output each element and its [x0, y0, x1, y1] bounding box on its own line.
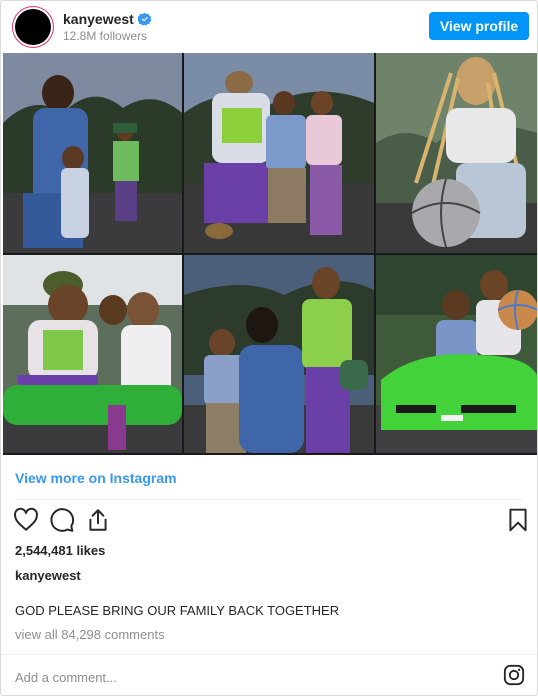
- comment-input[interactable]: [13, 665, 477, 689]
- photo-children-in-green-car[interactable]: [376, 255, 537, 453]
- view-more-instagram-link[interactable]: View more on Instagram: [15, 470, 177, 486]
- photo-child-with-basketball[interactable]: [376, 53, 537, 253]
- post-header: kanyewest 12.8M followers View profile: [1, 1, 537, 53]
- instagram-embed-card: kanyewest 12.8M followers View profile V…: [0, 0, 538, 696]
- verified-badge-icon: [137, 12, 152, 26]
- like-count[interactable]: 2,544,481 likes: [15, 543, 105, 558]
- avatar[interactable]: [15, 9, 51, 45]
- username[interactable]: kanyewest: [63, 11, 134, 27]
- photo-mother-kissing-child[interactable]: [184, 255, 374, 453]
- username-row[interactable]: kanyewest: [63, 11, 152, 27]
- action-bar: [13, 507, 527, 535]
- follower-count: 12.8M followers: [63, 29, 148, 43]
- comment-box: [1, 654, 537, 696]
- caption-text: GOD PLEASE BRING OUR FAMILY BACK TOGETHE…: [15, 603, 340, 618]
- photo-mother-with-children-denim[interactable]: [3, 53, 182, 253]
- view-all-comments-link[interactable]: view all 84,298 comments: [15, 627, 165, 642]
- instagram-logo-icon[interactable]: [503, 664, 525, 686]
- photo-collage[interactable]: [3, 53, 537, 455]
- comment-icon[interactable]: [49, 507, 75, 533]
- caption-username[interactable]: kanyewest: [15, 568, 81, 583]
- photo-children-on-green-bike[interactable]: [3, 255, 182, 453]
- bookmark-icon[interactable]: [505, 507, 531, 533]
- share-icon[interactable]: [85, 507, 111, 533]
- view-profile-button[interactable]: View profile: [429, 12, 529, 40]
- photo-three-children-sitting[interactable]: [184, 53, 374, 253]
- divider: [15, 499, 523, 500]
- heart-icon[interactable]: [13, 507, 39, 533]
